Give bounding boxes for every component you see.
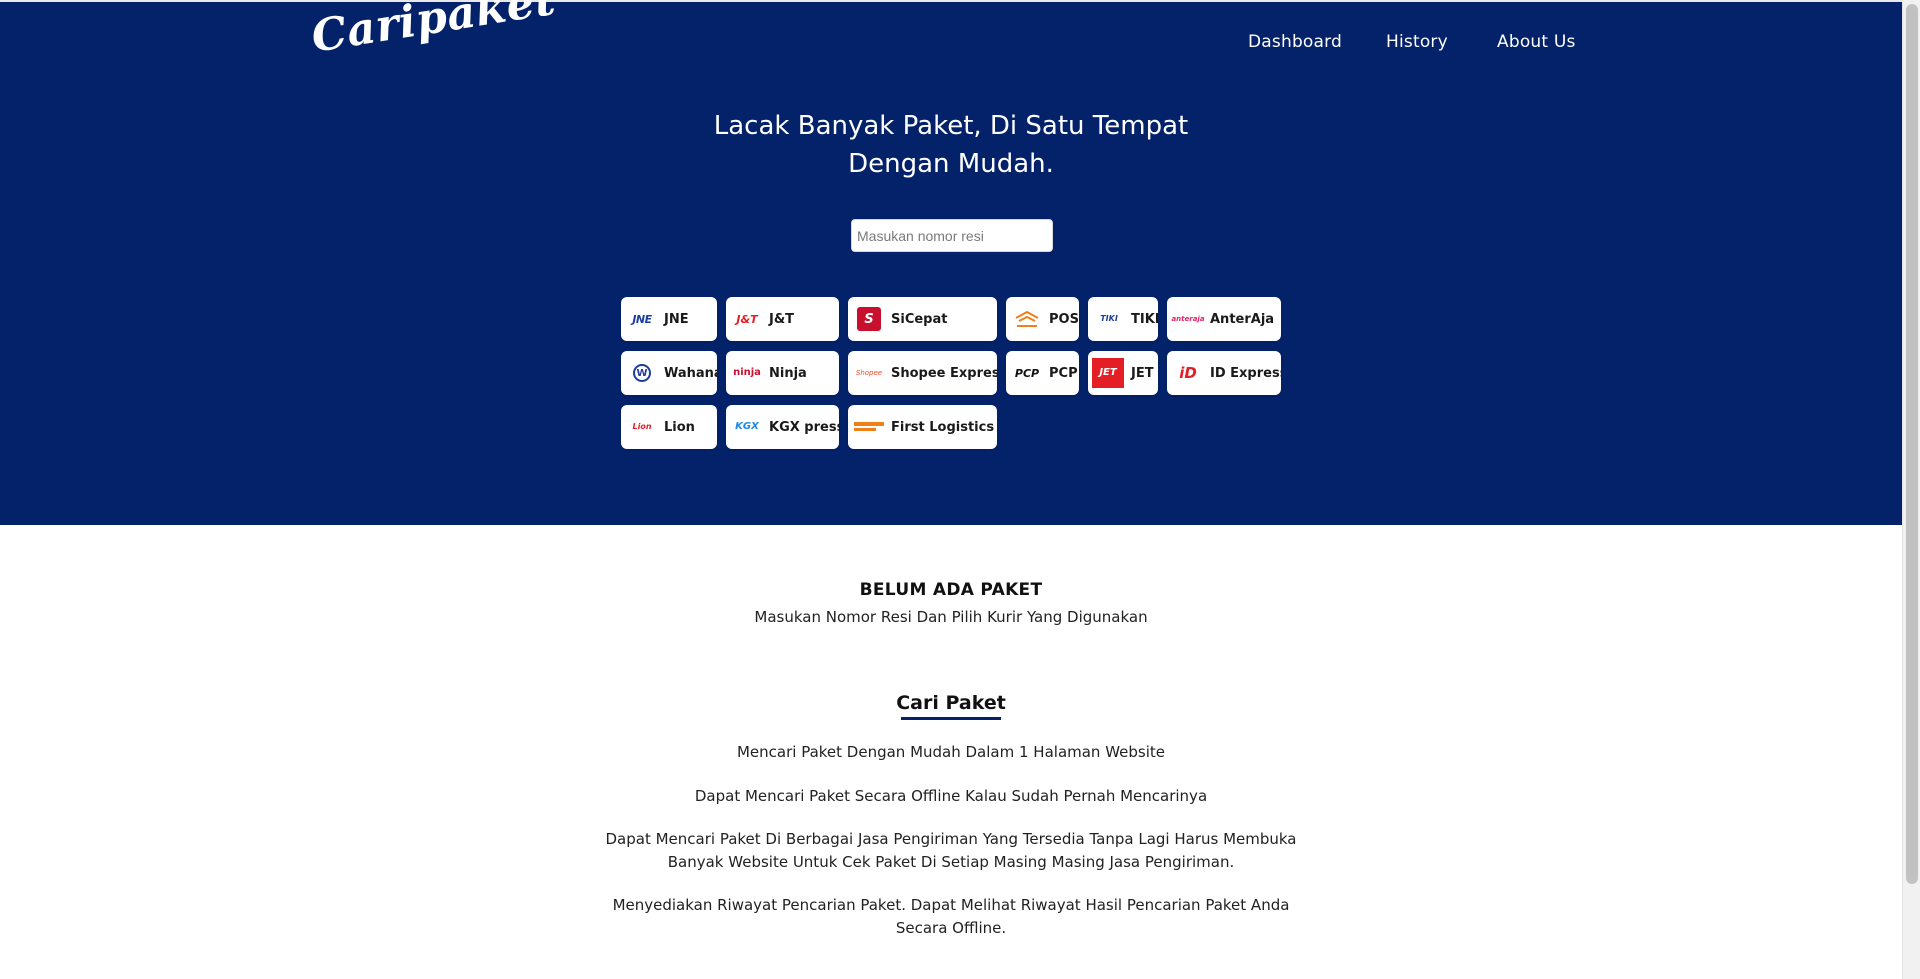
courier-button-jet[interactable]: JET JET bbox=[1088, 351, 1158, 395]
kgx-logo-icon: KGX bbox=[732, 412, 762, 442]
courier-button-jnt[interactable]: J&T J&T bbox=[726, 297, 839, 341]
hero-title-line2: Dengan Mudah. bbox=[848, 149, 1054, 179]
courier-label: JNE bbox=[664, 311, 689, 327]
sicepat-logo-text: S bbox=[864, 311, 874, 327]
courier-button-ninja[interactable]: ninja Ninja bbox=[726, 351, 839, 395]
lion-logo-icon: Lion bbox=[627, 412, 657, 442]
empty-state-subtitle: Masukan Nomor Resi Dan Pilih Kurir Yang … bbox=[754, 608, 1148, 626]
sicepat-logo-icon: S bbox=[857, 307, 881, 331]
courier-button-kgx[interactable]: KGX KGX press bbox=[726, 405, 839, 449]
courier-button-id-express[interactable]: iD ID Express bbox=[1167, 351, 1281, 395]
courier-button-sicepat[interactable]: S SiCepat bbox=[848, 297, 997, 341]
courier-label: POS bbox=[1049, 311, 1079, 327]
courier-label: Wahana bbox=[664, 365, 717, 381]
tiki-logo-icon: TIKI bbox=[1094, 304, 1124, 334]
wahana-logo-text: W bbox=[633, 364, 651, 382]
id-express-logo-icon: iD bbox=[1173, 358, 1203, 388]
page: Caripaket Dashboard History About Us Lac… bbox=[0, 0, 1902, 979]
courier-label: J&T bbox=[769, 311, 795, 327]
nav-dashboard-link[interactable]: Dashboard bbox=[1248, 32, 1342, 58]
jet-logo-icon: JET bbox=[1092, 358, 1124, 388]
wahana-logo-icon: W bbox=[627, 358, 657, 388]
jnt-logo-icon: J&T bbox=[732, 304, 762, 334]
courier-label: First Logistics bbox=[891, 419, 995, 435]
jne-logo-text: JNE bbox=[632, 312, 652, 326]
pcp-logo-text: PCP bbox=[1014, 366, 1040, 380]
first-logistics-logo-svg bbox=[854, 422, 884, 431]
pos-logo-icon bbox=[1012, 304, 1042, 334]
shopee-logo-text: Shopee bbox=[855, 368, 883, 377]
pos-logo-svg bbox=[1015, 310, 1039, 327]
courier-label: JET bbox=[1131, 365, 1154, 381]
hero-section: Caripaket Dashboard History About Us Lac… bbox=[0, 0, 1902, 525]
jet-logo-text: JET bbox=[1099, 367, 1117, 378]
nav-about-link[interactable]: About Us bbox=[1497, 32, 1576, 58]
jnt-logo-text: J&T bbox=[736, 312, 758, 326]
courier-label: AnterAja bbox=[1210, 311, 1275, 327]
anteraja-logo-icon: anteraja bbox=[1171, 304, 1205, 334]
page-scrollbar[interactable] bbox=[1902, 0, 1920, 979]
courier-label: Lion bbox=[664, 419, 695, 435]
courier-label: PCP bbox=[1049, 365, 1078, 381]
features-title: Cari Paket bbox=[896, 692, 1006, 714]
ninja-logo-text: ninja bbox=[733, 367, 761, 378]
courier-button-jne[interactable]: JNE JNE bbox=[621, 297, 717, 341]
courier-label: TIKI bbox=[1131, 311, 1158, 327]
courier-button-pcp[interactable]: PCP PCP bbox=[1006, 351, 1079, 395]
courier-button-wahana[interactable]: W Wahana bbox=[621, 351, 717, 395]
courier-button-anteraja[interactable]: anteraja AnterAja bbox=[1167, 297, 1281, 341]
shopee-express-logo-icon: Shopee bbox=[854, 358, 884, 388]
anteraja-logo-text: anteraja bbox=[1171, 314, 1205, 323]
first-logistics-logo-icon bbox=[854, 412, 884, 442]
courier-button-first-logistics[interactable]: First Logistics bbox=[848, 405, 997, 449]
courier-button-tiki[interactable]: TIKI TIKI bbox=[1088, 297, 1158, 341]
empty-state-title: BELUM ADA PAKET bbox=[859, 580, 1043, 600]
pcp-logo-icon: PCP bbox=[1012, 358, 1042, 388]
courier-label: Shopee Express bbox=[891, 365, 997, 381]
tiki-logo-text: TIKI bbox=[1100, 314, 1118, 323]
nav-history-link[interactable]: History bbox=[1386, 32, 1448, 58]
feature-item: Menyediakan Riwayat Pencarian Paket. Dap… bbox=[612, 896, 1290, 937]
resi-search-input[interactable] bbox=[851, 219, 1053, 252]
courier-label: ID Express bbox=[1210, 365, 1281, 381]
lion-logo-text: Lion bbox=[632, 422, 652, 431]
feature-item: Dapat Mencari Paket Di Berbagai Jasa Pen… bbox=[605, 830, 1297, 871]
courier-button-shopee-express[interactable]: Shopee Shopee Express bbox=[848, 351, 997, 395]
hero-title-line1: Lacak Banyak Paket, Di Satu Tempat bbox=[713, 111, 1189, 141]
hero-title: Lacak Banyak Paket, Di Satu Tempat Denga… bbox=[651, 107, 1251, 183]
courier-button-lion[interactable]: Lion Lion bbox=[621, 405, 717, 449]
ninja-logo-icon: ninja bbox=[732, 358, 762, 388]
features-title-underline bbox=[901, 717, 1001, 720]
kgx-logo-text: KGX bbox=[735, 421, 759, 432]
id-express-logo-text: iD bbox=[1179, 363, 1197, 382]
courier-button-pos[interactable]: POS bbox=[1006, 297, 1079, 341]
courier-label: KGX press bbox=[769, 419, 839, 435]
courier-label: Ninja bbox=[769, 365, 807, 381]
jne-logo-icon: JNE bbox=[627, 304, 657, 334]
scrollbar-thumb[interactable] bbox=[1906, 4, 1918, 884]
caripaket-logo[interactable]: Caripaket bbox=[308, 0, 559, 63]
courier-label: SiCepat bbox=[891, 311, 948, 327]
feature-item: Mencari Paket Dengan Mudah Dalam 1 Halam… bbox=[736, 743, 1166, 761]
feature-item: Dapat Mencari Paket Secara Offline Kalau… bbox=[694, 787, 1208, 805]
